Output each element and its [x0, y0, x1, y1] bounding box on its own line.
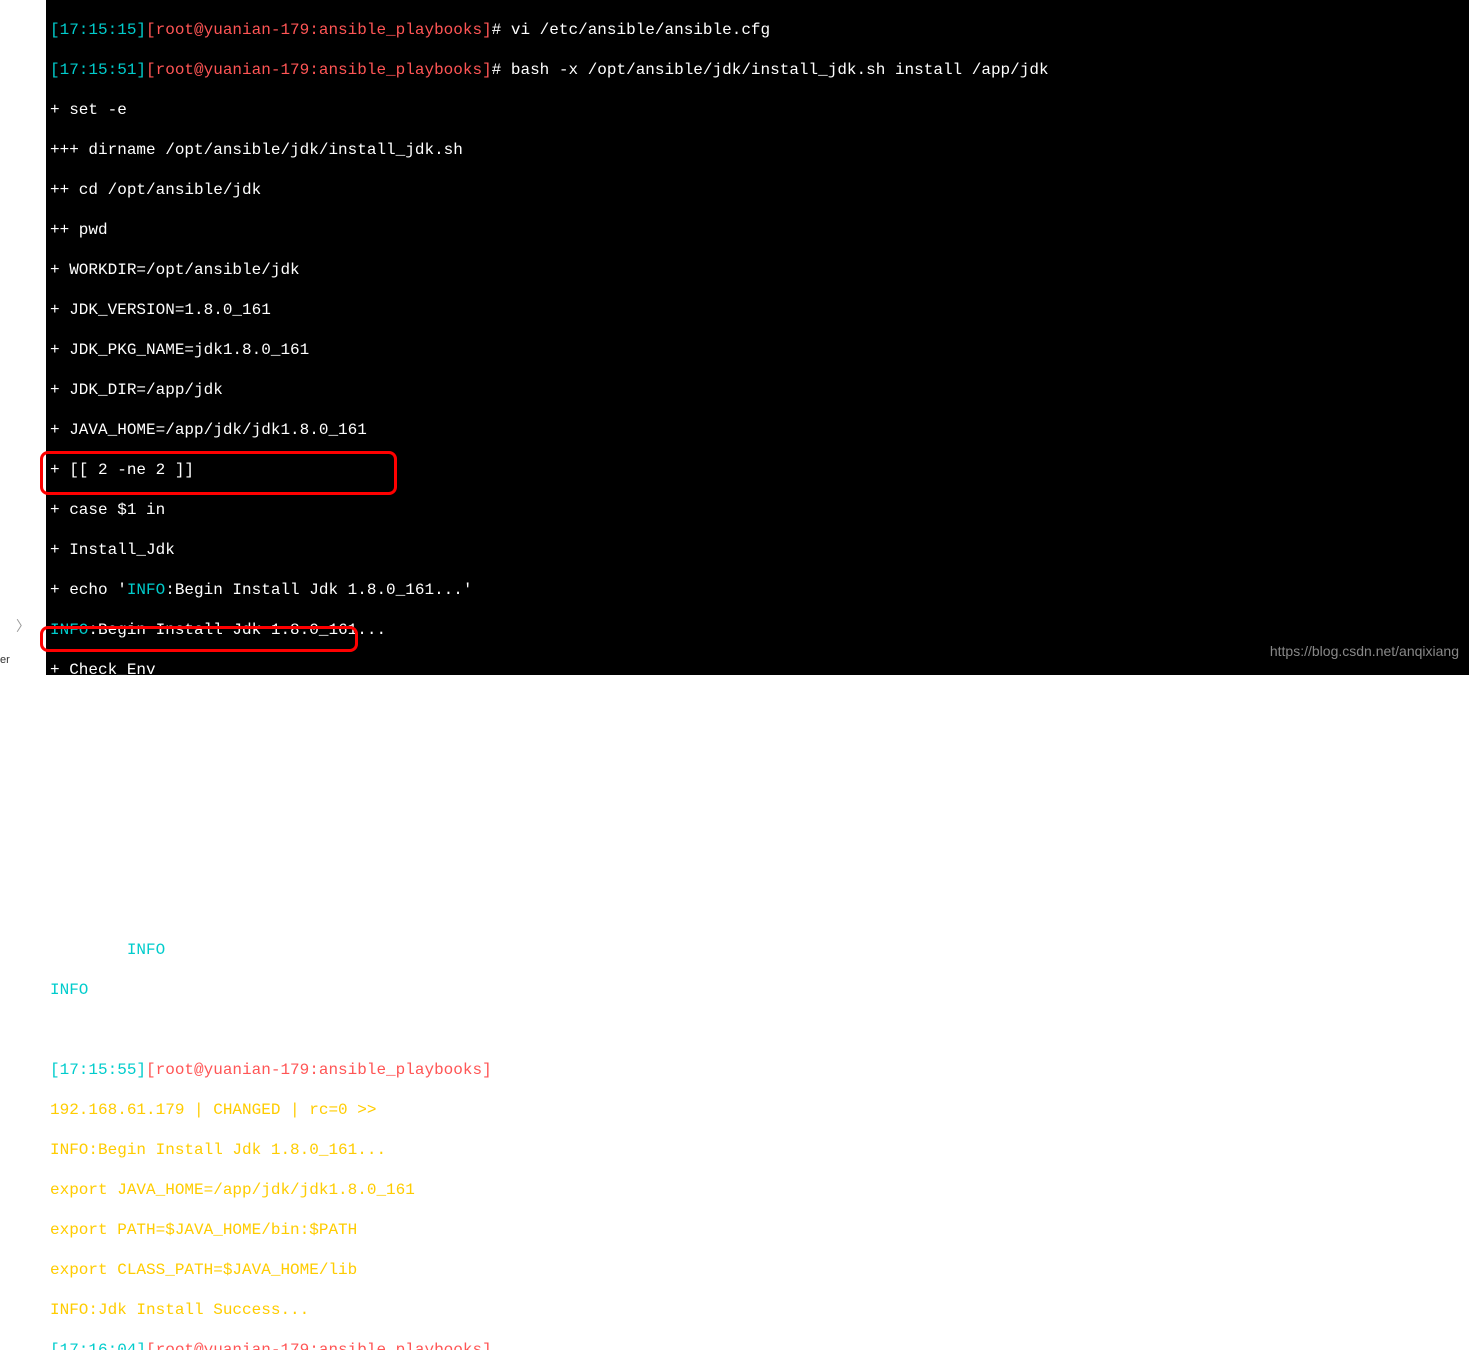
terminal-line: + set -e: [50, 100, 1465, 120]
terminal-line: ++ pwd: [50, 220, 1465, 240]
info-label: INFO: [127, 941, 165, 959]
terminal-line: + JDK_PKG_NAME=jdk1.8.0_161: [50, 340, 1465, 360]
timestamp: [17:15:15]: [50, 21, 146, 39]
echo-text: :Begin Install Jdk 1.8.0_161...': [165, 581, 472, 599]
terminal-line: [17:15:51][root@yuanian-179:ansible_play…: [50, 60, 1465, 80]
ansible-result: 192.168.61.179 | CHANGED | rc=0 >>: [50, 1100, 1465, 1120]
echo-text: + echo ': [50, 941, 127, 959]
ansible-output: export JAVA_HOME=/app/jdk/jdk1.8.0_161: [50, 1180, 1465, 1200]
terminal-line: + echo 'INFO:Already Install Jdk': [50, 940, 1465, 960]
terminal-line: + [[ 2 -ne 2 ]]: [50, 460, 1465, 480]
terminal-line: Java(TM) SE Runtime Environment (build 1…: [50, 860, 1465, 880]
terminal-line: java version "1.8.0_161": [50, 820, 1465, 840]
terminal-line: + JAVA_HOME=/app/jdk/jdk1.8.0_161: [50, 420, 1465, 440]
timestamp: [17:16:04]: [50, 1341, 146, 1350]
command: #: [492, 1341, 511, 1350]
ansible-output: INFO:Begin Install Jdk 1.8.0_161...: [50, 1140, 1465, 1160]
info-msg: :Begin Install Jdk 1.8.0_161...: [88, 621, 386, 639]
terminal-line: [17:15:55][root@yuanian-179:ansible_play…: [50, 1060, 1465, 1080]
terminal-line: ++ cd /opt/ansible/jdk: [50, 180, 1465, 200]
command: # vi /etc/ansible/ansible.cfg: [492, 21, 770, 39]
terminal-line: + [[ 0 -ne 0 ]]: [50, 700, 1465, 720]
terminal-line: + case $1 in: [50, 500, 1465, 520]
prompt: [root@yuanian-179:ansible_playbooks]: [146, 1061, 492, 1079]
timestamp: [17:15:55]: [50, 1061, 146, 1079]
terminal-line: + echo 'INFO:Begin Install Jdk 1.8.0_161…: [50, 580, 1465, 600]
terminal-line: [17:16:04][root@yuanian-179:ansible_play…: [50, 1340, 1465, 1350]
command: # bash -x /opt/ansible/jdk/install_jdk.s…: [492, 61, 1049, 79]
info-label: INFO: [127, 581, 165, 599]
info-msg: :Already Install Jdk: [88, 981, 280, 999]
echo-text: + echo ': [50, 581, 127, 599]
terminal-line: INFO:Begin Install Jdk 1.8.0_161...: [50, 620, 1465, 640]
prompt: [root@yuanian-179:ansible_playbooks]: [146, 61, 492, 79]
terminal-line: + JDK_DIR=/app/jdk: [50, 380, 1465, 400]
ansible-output: export PATH=$JAVA_HOME/bin:$PATH: [50, 1220, 1465, 1240]
ansible-output: INFO:Jdk Install Success...: [50, 1300, 1465, 1320]
terminal-line: + Install_Jdk: [50, 540, 1465, 560]
terminal-line: + java -version: [50, 780, 1465, 800]
terminal-line: INFO:Already Install Jdk: [50, 980, 1465, 1000]
terminal-line: Java HotSpot(TM) 64-Bit Server VM (build…: [50, 900, 1465, 920]
terminal-line: [17:15:15][root@yuanian-179:ansible_play…: [50, 20, 1465, 40]
terminal-line: + JDK_VERSION=1.8.0_161: [50, 300, 1465, 320]
collapse-arrow: 〉: [16, 618, 30, 638]
echo-text: :Already Install Jdk': [165, 941, 367, 959]
terminal-line: + Check_Env: [50, 660, 1465, 680]
watermark-text: https://blog.csdn.net/anqixiang: [1270, 641, 1459, 661]
prompt: [root@yuanian-179:ansible_playbooks]: [146, 21, 492, 39]
prompt: [root@yuanian-179:ansible_playbooks]: [146, 1341, 492, 1350]
terminal-line: + WORKDIR=/opt/ansible/jdk: [50, 260, 1465, 280]
cursor: [511, 1341, 521, 1350]
command: # ansible jdk -m shell -a "bash /opt/ans…: [492, 1061, 1270, 1079]
terminal-line: + which java: [50, 740, 1465, 760]
terminal-line: + exit 0: [50, 1020, 1465, 1040]
timestamp: [17:15:51]: [50, 61, 146, 79]
info-label: INFO: [50, 621, 88, 639]
info-label: INFO: [50, 981, 88, 999]
terminal-line: +++ dirname /opt/ansible/jdk/install_jdk…: [50, 140, 1465, 160]
terminal-output[interactable]: [17:15:15][root@yuanian-179:ansible_play…: [46, 0, 1469, 675]
ansible-output: export CLASS_PATH=$JAVA_HOME/lib: [50, 1260, 1465, 1280]
left-edge-text: er: [0, 650, 10, 670]
